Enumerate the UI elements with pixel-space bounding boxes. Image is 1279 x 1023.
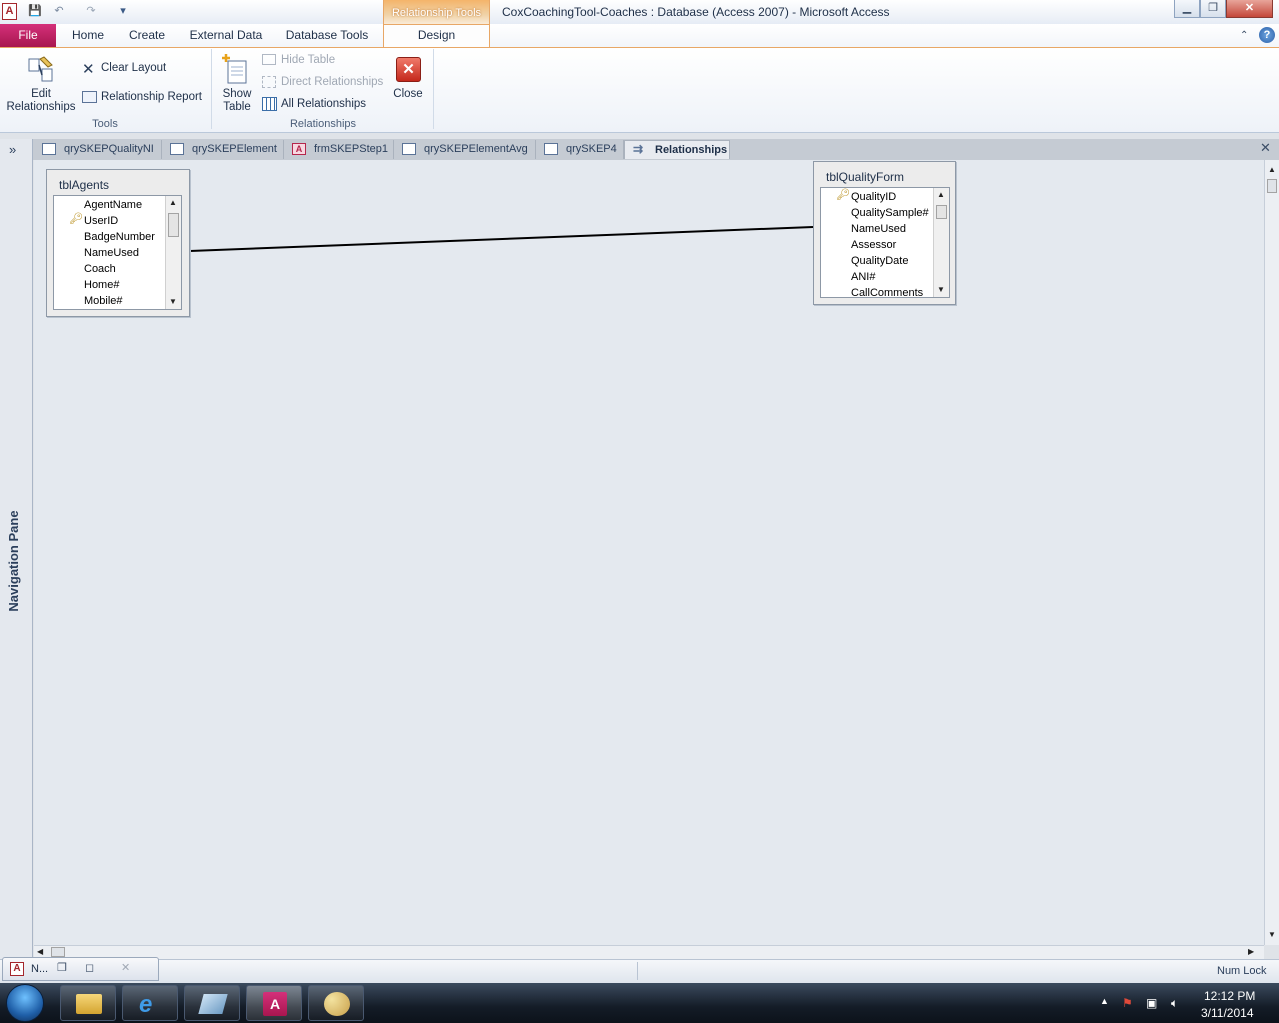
table-tblqualityform[interactable]: tblQualityForm 🔑︎ QualityID QualitySampl… [813, 161, 956, 305]
primary-key-icon: 🔑︎ [836, 189, 850, 201]
primary-key-icon: 🔑︎ [69, 213, 83, 225]
start-button[interactable] [6, 984, 44, 1022]
field-item[interactable]: NameUsed [851, 221, 906, 237]
minimized-window-title: N... [31, 963, 49, 975]
field-item[interactable]: BadgeNumber [84, 229, 155, 245]
field-list[interactable]: AgentName 🔑︎ UserID BadgeNumber NameUsed… [53, 195, 182, 310]
clock-time[interactable]: 12:12 PM [1204, 989, 1255, 1003]
field-list[interactable]: 🔑︎ QualityID QualitySample# NameUsed Ass… [820, 187, 950, 298]
table-title[interactable]: tblQualityForm [826, 170, 904, 184]
field-item[interactable]: Coach [84, 261, 116, 277]
status-divider [637, 962, 638, 980]
scroll-thumb[interactable] [936, 205, 947, 219]
paint-icon [324, 992, 350, 1016]
field-item[interactable]: QualitySample# [851, 205, 929, 221]
field-item[interactable]: NameUsed [84, 245, 139, 261]
access-logo-icon: A [10, 962, 24, 976]
field-item[interactable]: QualityID [851, 189, 896, 205]
taskbar-explorer[interactable] [60, 985, 116, 1021]
minimized-window[interactable]: A N... ❐ ◻ ✕ [2, 957, 159, 981]
scroll-left-icon[interactable]: ◀ [37, 947, 43, 956]
volume-icon[interactable]: 🔈︎ [1171, 996, 1178, 1011]
table-title[interactable]: tblAgents [59, 178, 109, 192]
field-item[interactable]: Assessor [851, 237, 896, 253]
table-tblagents[interactable]: tblAgents AgentName 🔑︎ UserID BadgeNumbe… [46, 169, 190, 317]
field-item[interactable]: CallComments [851, 285, 923, 297]
relationship-line[interactable] [0, 0, 1279, 1023]
scroll-up-icon[interactable]: ▲ [937, 190, 945, 199]
field-list-scrollbar[interactable]: ▲ ▼ [165, 196, 181, 309]
field-item[interactable]: AgentName [84, 197, 142, 213]
scroll-thumb[interactable] [1267, 179, 1277, 193]
canvas-horizontal-scrollbar[interactable]: ◀ ▶ [34, 945, 1264, 959]
app-icon [198, 994, 228, 1014]
canvas-vertical-scrollbar[interactable]: ▲ ▼ [1264, 160, 1279, 945]
internet-explorer-icon: e [139, 991, 153, 1018]
scroll-up-icon[interactable]: ▲ [1268, 165, 1276, 174]
scroll-down-icon[interactable]: ▼ [937, 285, 945, 294]
close-icon[interactable]: ✕ [121, 961, 130, 974]
scroll-down-icon[interactable]: ▼ [1268, 930, 1276, 939]
field-item[interactable]: UserID [84, 213, 118, 229]
show-hidden-icons[interactable]: ▲ [1100, 996, 1109, 1006]
access-icon: A [263, 992, 287, 1016]
field-item[interactable]: QualityDate [851, 253, 908, 269]
network-icon[interactable]: ▣ [1146, 996, 1157, 1010]
folder-icon [76, 994, 102, 1014]
scroll-thumb[interactable] [51, 947, 65, 957]
field-item[interactable]: Mobile# [84, 293, 123, 309]
scroll-down-icon[interactable]: ▼ [169, 297, 177, 306]
clock-date[interactable]: 3/11/2014 [1201, 1006, 1254, 1020]
taskbar-access[interactable]: A [246, 985, 302, 1021]
taskbar-paint[interactable] [308, 985, 364, 1021]
restore-icon[interactable]: ❐ [57, 961, 67, 974]
field-item[interactable]: ANI# [851, 269, 875, 285]
status-bar [0, 959, 1279, 983]
scroll-right-icon[interactable]: ▶ [1248, 947, 1254, 956]
taskbar-ie[interactable]: e [122, 985, 178, 1021]
scroll-up-icon[interactable]: ▲ [169, 198, 177, 207]
field-item[interactable]: Home# [84, 277, 119, 293]
scroll-thumb[interactable] [168, 213, 179, 237]
action-center-icon[interactable]: ⚑ [1122, 996, 1133, 1010]
field-list-scrollbar[interactable]: ▲ ▼ [933, 188, 949, 297]
taskbar-app[interactable] [184, 985, 240, 1021]
maximize-icon[interactable]: ◻ [85, 961, 94, 974]
num-lock-indicator: Num Lock [1217, 965, 1267, 977]
